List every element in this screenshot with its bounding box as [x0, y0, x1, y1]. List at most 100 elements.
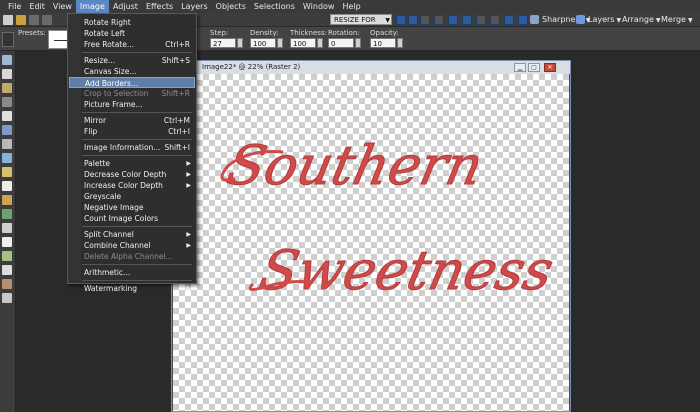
- menu-item-split-channel[interactable]: Split Channel ▶: [69, 229, 195, 240]
- menu-objects[interactable]: Objects: [212, 0, 250, 13]
- step-spinner[interactable]: [237, 38, 243, 48]
- menu-item-rotate-right[interactable]: Rotate Right: [69, 17, 195, 28]
- menu-file[interactable]: File: [4, 0, 25, 13]
- pen-tool-icon[interactable]: [2, 265, 12, 275]
- menu-item-canvas-size[interactable]: Canvas Size...: [69, 66, 195, 77]
- menu-image[interactable]: Image: [75, 0, 109, 13]
- undo-script-icon[interactable]: [490, 15, 500, 25]
- opacity-input[interactable]: 10: [370, 38, 396, 48]
- menu-effects[interactable]: Effects: [142, 0, 177, 13]
- menu-item-decrease-color-depth[interactable]: Decrease Color Depth ▶: [69, 169, 195, 180]
- minimize-icon[interactable]: ▁: [514, 63, 526, 72]
- layers-menu[interactable]: Layers ▼: [576, 13, 621, 27]
- magic-wand-tool-icon[interactable]: [2, 97, 12, 107]
- opacity-spinner[interactable]: [397, 38, 403, 48]
- picture-tube-tool-icon[interactable]: [2, 209, 12, 219]
- dodge-tool-icon[interactable]: [2, 167, 12, 177]
- flood-fill-tool-icon[interactable]: [2, 223, 12, 233]
- straighten-tool-icon[interactable]: [2, 125, 12, 135]
- presets-label: Presets:: [18, 29, 46, 37]
- menu-separator: [82, 264, 192, 265]
- resize-for-web-dropdown[interactable]: RESIZE FOR WEB ▼: [330, 14, 392, 35]
- menu-view[interactable]: View: [49, 0, 76, 13]
- play-script-icon[interactable]: [396, 15, 406, 25]
- menu-item-greyscale[interactable]: Greyscale: [69, 191, 195, 202]
- brush-tool-icon[interactable]: [2, 32, 14, 47]
- selection-tool-icon[interactable]: [2, 83, 12, 93]
- artwork-text-southern: Southern: [222, 134, 489, 197]
- clone-brush-tool-icon[interactable]: [2, 153, 12, 163]
- sharpness-icon: [530, 15, 539, 24]
- menu-selections[interactable]: Selections: [250, 0, 299, 13]
- tools-palette: [0, 51, 16, 412]
- menu-item-label: Mirror: [84, 116, 107, 125]
- merge-menu[interactable]: Merge ▼: [661, 13, 693, 27]
- menu-item-image-information[interactable]: Image Information... Shift+I: [69, 142, 195, 153]
- paint-brush-tool-icon[interactable]: [2, 181, 12, 191]
- menu-item-mirror[interactable]: Mirror Ctrl+M: [69, 115, 195, 126]
- menu-item-crop-to-selection: Crop to Selection Shift+R: [69, 88, 195, 99]
- document-title-bar[interactable]: Image22* @ 22% (Raster 2) ▁ □ ✕: [172, 61, 570, 74]
- menu-layers[interactable]: Layers: [177, 0, 211, 13]
- mesh-warp-tool-icon[interactable]: [2, 293, 12, 303]
- record-script-icon[interactable]: [434, 15, 444, 25]
- text-tool-icon[interactable]: [2, 237, 12, 247]
- menu-separator: [82, 226, 192, 227]
- arrange-menu[interactable]: Arrange ▼: [622, 13, 661, 27]
- close-icon[interactable]: ✕: [544, 63, 556, 72]
- menu-item-negative-image[interactable]: Negative Image: [69, 202, 195, 213]
- edit-script-icon[interactable]: [420, 15, 430, 25]
- rotation-label: Rotation:: [328, 29, 360, 37]
- eraser-tool-icon[interactable]: [2, 195, 12, 205]
- pan-tool-icon[interactable]: [2, 55, 12, 65]
- rotation-spinner[interactable]: [355, 38, 361, 48]
- pick-tool-icon[interactable]: [2, 69, 12, 79]
- run-script-icon[interactable]: [408, 15, 418, 25]
- image-canvas[interactable]: Southern Sweetness: [173, 74, 569, 411]
- pause-script-icon[interactable]: [476, 15, 486, 25]
- menu-item-delete-alpha-channel: Delete Alpha Channel...: [69, 251, 195, 262]
- menu-separator: [82, 112, 192, 113]
- menu-item-flip[interactable]: Flip Ctrl+I: [69, 126, 195, 137]
- save-icon[interactable]: [29, 14, 39, 25]
- density-spinner[interactable]: [277, 38, 283, 48]
- menu-item-resize[interactable]: Resize... Shift+S: [69, 55, 195, 66]
- print-icon[interactable]: [42, 14, 52, 25]
- menu-item-rotate-left[interactable]: Rotate Left: [69, 28, 195, 39]
- menu-item-arithmetic[interactable]: Arithmetic...: [69, 267, 195, 278]
- menu-item-increase-color-depth[interactable]: Increase Color Depth ▶: [69, 180, 195, 191]
- menu-help[interactable]: Help: [338, 0, 364, 13]
- red-eye-tool-icon[interactable]: [2, 139, 12, 149]
- menu-item-label: Arithmetic...: [84, 268, 131, 277]
- opacity-label: Opacity:: [370, 29, 399, 37]
- stop-script-icon[interactable]: [462, 15, 472, 25]
- thickness-spinner[interactable]: [317, 38, 323, 48]
- menu-edit[interactable]: Edit: [25, 0, 49, 13]
- layers-icon: [576, 15, 585, 24]
- rotation-input[interactable]: 0: [328, 38, 354, 48]
- menu-window[interactable]: Window: [299, 0, 339, 13]
- crop-tool-icon[interactable]: [2, 111, 12, 121]
- artwork: Southern Sweetness: [220, 133, 559, 302]
- menu-item-count-image-colors[interactable]: Count Image Colors: [69, 213, 195, 224]
- script-tool-icon[interactable]: [448, 15, 458, 25]
- open-folder-icon[interactable]: [16, 14, 26, 25]
- menu-item-watermarking[interactable]: Watermarking ▶: [69, 283, 195, 294]
- menu-item-add-borders[interactable]: Add Borders...: [69, 77, 195, 88]
- menu-adjust[interactable]: Adjust: [109, 0, 142, 13]
- menu-item-picture-frame[interactable]: Picture Frame...: [69, 99, 195, 110]
- menu-item-palette[interactable]: Palette ▶: [69, 158, 195, 169]
- warp-brush-tool-icon[interactable]: [2, 279, 12, 289]
- script-options-icon[interactable]: [518, 15, 528, 25]
- step-input[interactable]: 27: [210, 38, 236, 48]
- menu-item-label: Greyscale: [84, 192, 122, 201]
- redo-script-icon[interactable]: [504, 15, 514, 25]
- new-file-icon[interactable]: [3, 14, 13, 25]
- chevron-right-icon: ▶: [186, 171, 191, 178]
- thickness-input[interactable]: 100: [290, 38, 316, 48]
- menu-item-combine-channel[interactable]: Combine Channel ▶: [69, 240, 195, 251]
- preset-shape-tool-icon[interactable]: [2, 251, 12, 261]
- menu-item-free-rotate[interactable]: Free Rotate... Ctrl+R: [69, 39, 195, 50]
- maximize-icon[interactable]: □: [528, 63, 540, 72]
- density-input[interactable]: 100: [250, 38, 276, 48]
